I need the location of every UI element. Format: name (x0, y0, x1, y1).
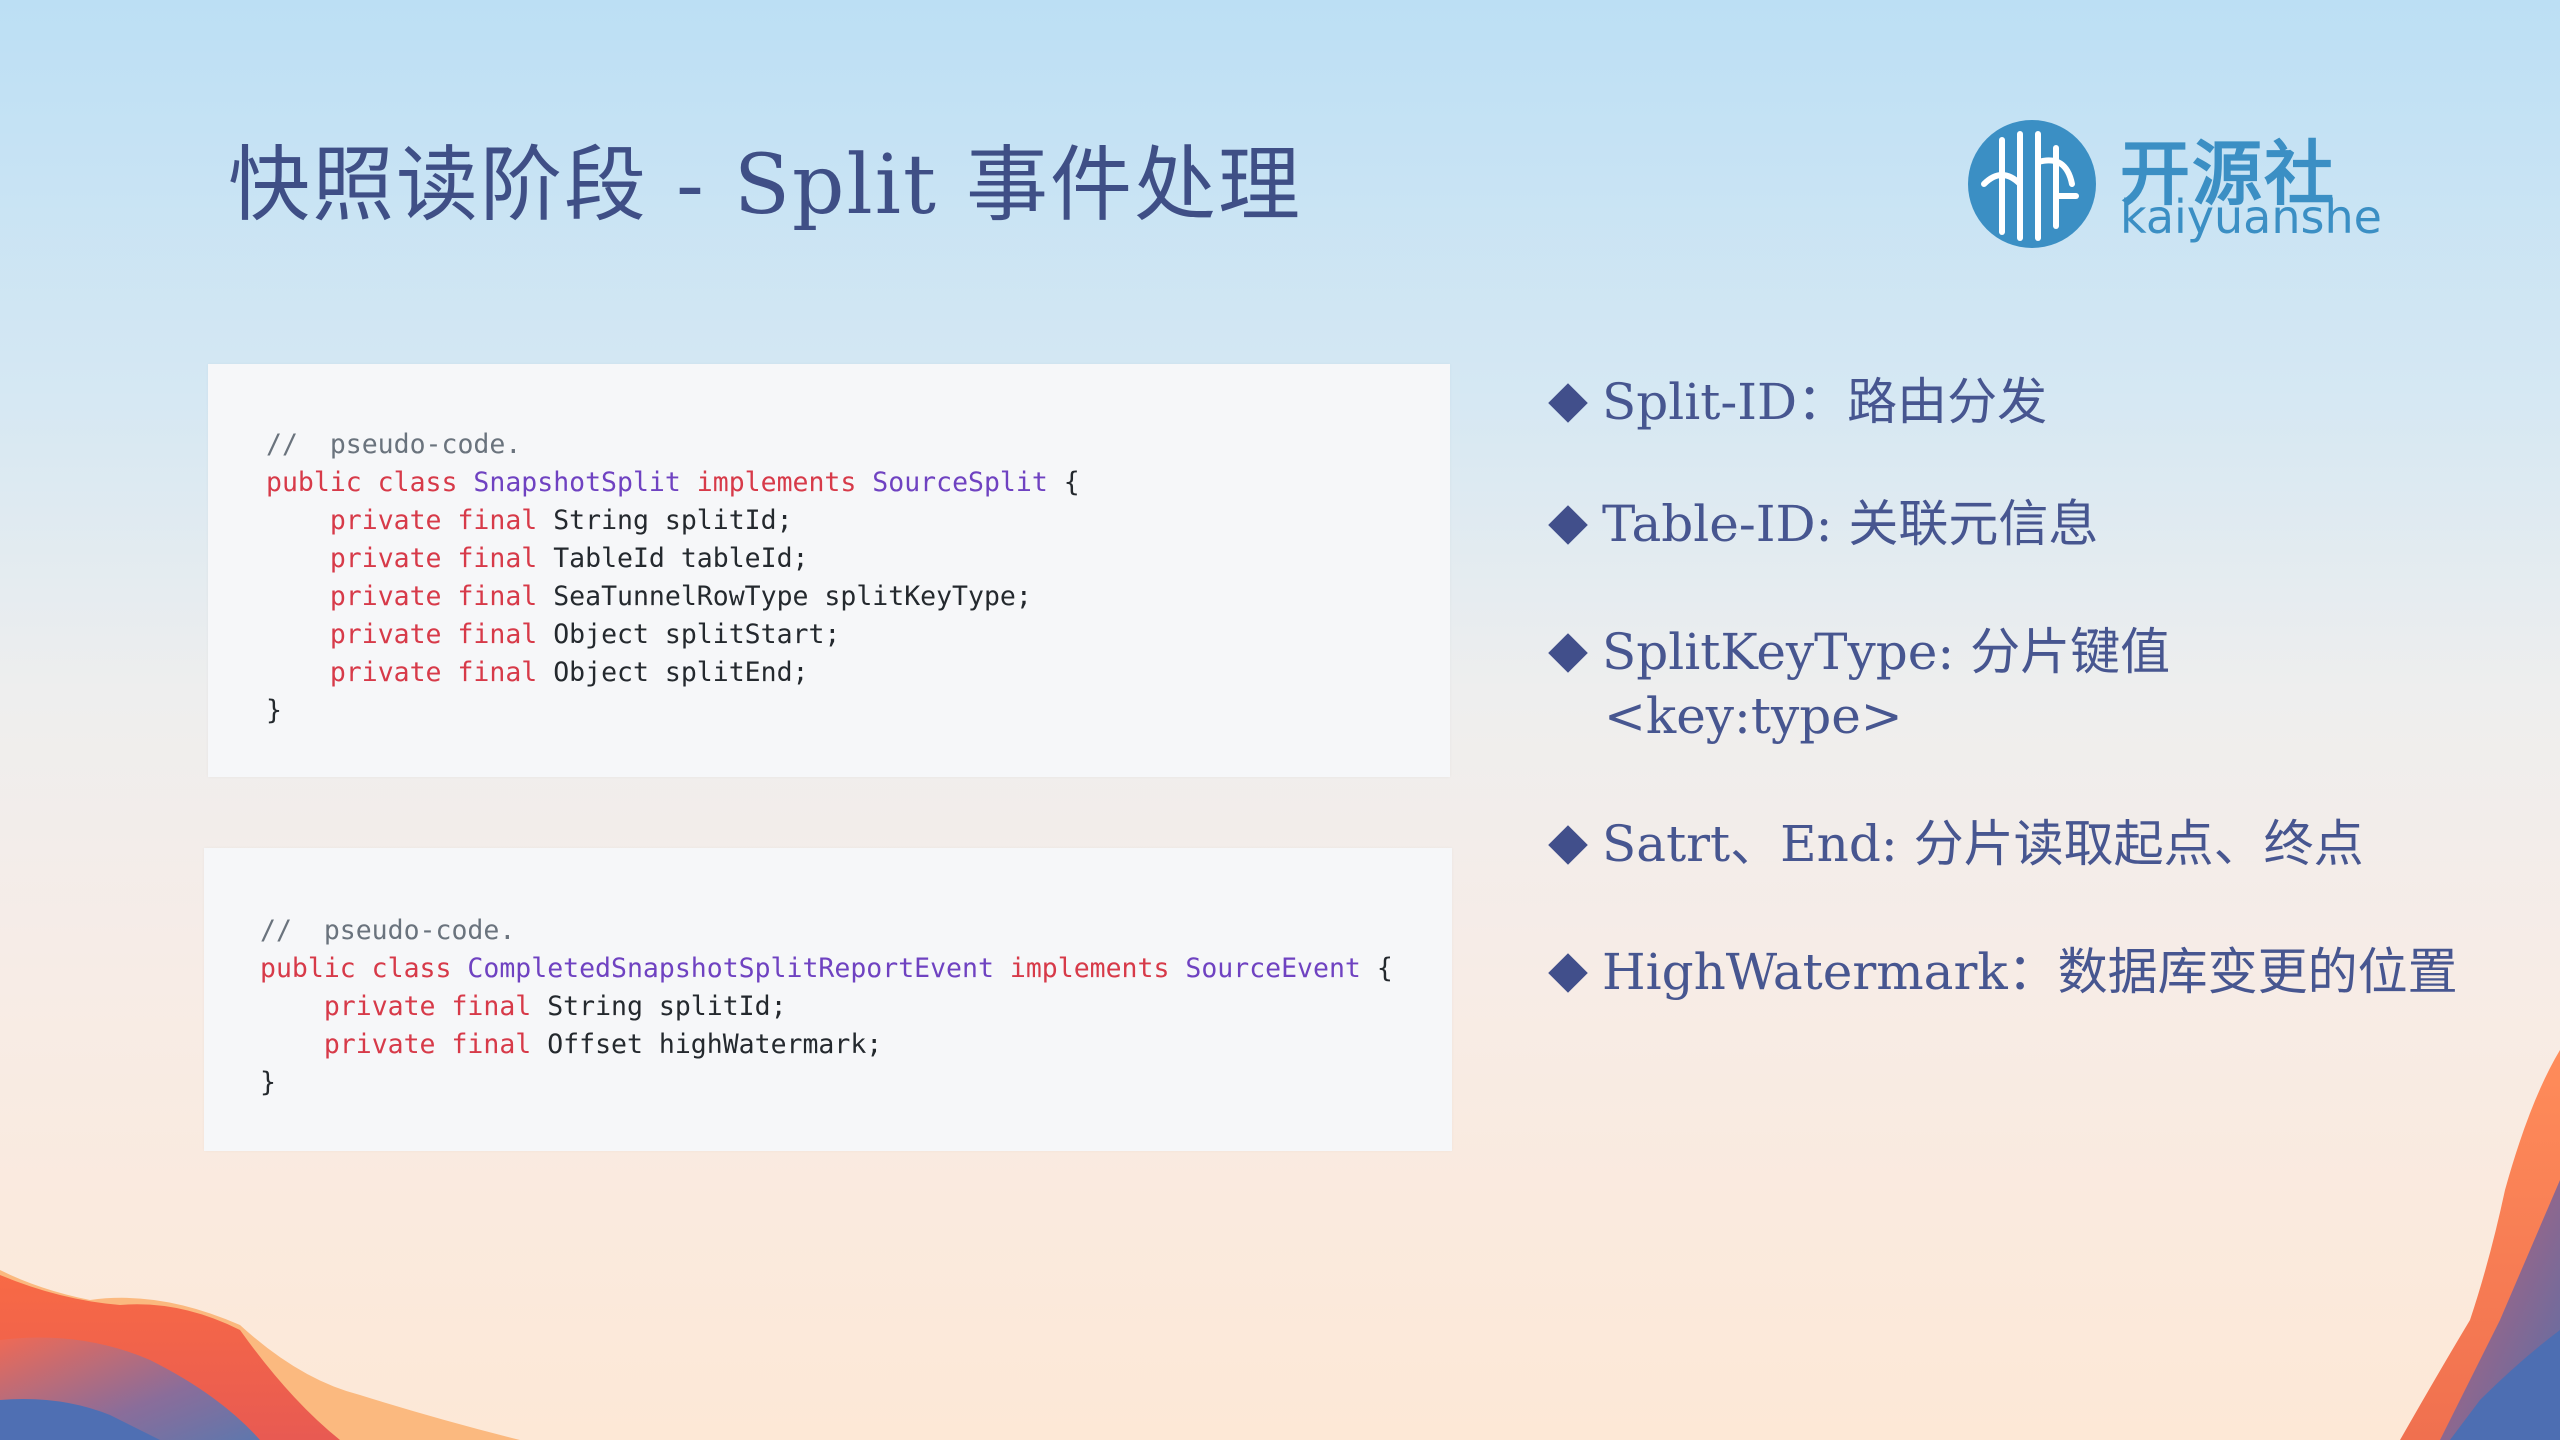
mountain-decoration (0, 1050, 2560, 1440)
